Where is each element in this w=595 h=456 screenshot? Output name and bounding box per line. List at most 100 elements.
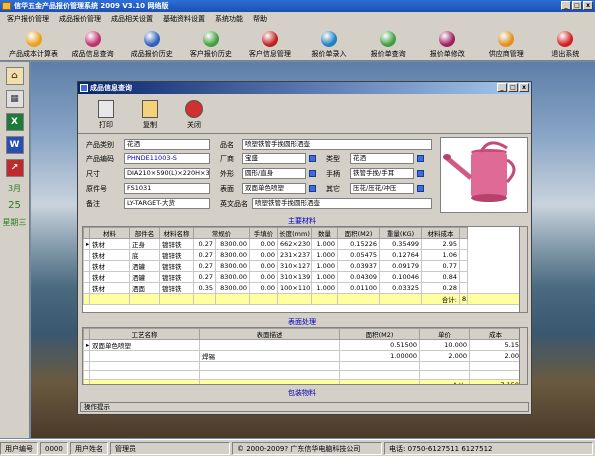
table-row[interactable]: 铁材 洒面 镀锌铁 0.35 8300.00 0.00 100×110 1.000 0.0110… xyxy=(83,282,527,294)
operation-hint-bar: 操作提示 xyxy=(80,402,529,412)
table-cell: 0.01100 xyxy=(337,282,380,294)
en-name-label: 英文品名 xyxy=(220,200,248,208)
table-cell: 100×110 xyxy=(277,282,312,294)
menu-product-quote[interactable]: 成品报价管理 xyxy=(54,14,106,24)
menu-customer-quote[interactable]: 客户报价管理 xyxy=(2,14,54,24)
main-toolbar: 产品成本计算表 成品信息查询 成品报价历史 客户报价历史 客户信息管理 报价单录入 报价单查… xyxy=(0,25,595,61)
toolbar-label: 产品成本计算表 xyxy=(9,50,59,58)
materials-header: 重量(KG) xyxy=(379,227,422,239)
table-cell: 0.05475 xyxy=(337,249,380,261)
table-cell: 底 xyxy=(129,249,160,261)
toolbar-button-2[interactable]: 成品报价历史 xyxy=(122,25,181,61)
shape-field[interactable]: 圆形/直身 xyxy=(242,168,306,179)
menu-product-settings[interactable]: 成品相关设置 xyxy=(106,14,158,24)
table-cell xyxy=(459,271,468,283)
handle-field[interactable]: 铁管手挽/手耳 xyxy=(350,168,414,179)
table-row[interactable]: ▸ 铁材 正身 镀锌铁 0.27 8300.00 0.00 662×230 1.000 0.152… xyxy=(83,238,527,250)
copy-button[interactable]: 复制 xyxy=(128,94,172,133)
type-field[interactable]: 花洒 xyxy=(350,153,414,164)
table-row[interactable]: 铁材 洒罐 镀锌铁 0.27 8300.00 0.00 310×139 1.000 0.0430… xyxy=(83,271,527,283)
toolbar-button-6[interactable]: 报价单查询 xyxy=(359,25,418,61)
surface-dropdown-icon[interactable] xyxy=(309,185,316,192)
sum-cell xyxy=(89,293,130,305)
table-row[interactable]: 铁材底镀锌铁 0.27 8300.00 0.00 231×237 1.000 0.05475… xyxy=(83,249,527,261)
print-button[interactable]: 打印 xyxy=(84,94,128,133)
shape-dropdown-icon[interactable] xyxy=(309,170,316,177)
surface-total: 7.150 xyxy=(469,379,522,384)
chart-icon[interactable]: ↗ xyxy=(5,159,24,177)
sum-cell xyxy=(193,293,216,305)
toolbar-button-1[interactable]: 成品信息查询 xyxy=(63,25,122,61)
minimize-button[interactable]: _ xyxy=(561,1,571,10)
toolbar-button-3[interactable]: 客户报价历史 xyxy=(181,25,240,61)
name-field[interactable]: 喷塑铁管手挽圆形洒壶 xyxy=(242,139,432,150)
home-icon[interactable]: ⌂ xyxy=(5,67,24,85)
row-marker: ▸ xyxy=(83,339,90,351)
table-cell: 0.27 xyxy=(193,271,216,283)
table-cell: 2.95 xyxy=(421,238,460,250)
menu-bar: 客户报价管理 成品报价管理 成品相关设置 基础资料设置 系统功能 帮助 xyxy=(0,12,595,25)
table-cell: 10.000 xyxy=(419,339,470,351)
factory-dropdown-icon[interactable] xyxy=(309,155,316,162)
menu-system[interactable]: 系统功能 xyxy=(210,14,248,24)
word-icon[interactable]: W xyxy=(5,136,24,154)
surface-field[interactable]: 双面单色喷塑 xyxy=(242,183,306,194)
maximize-button[interactable]: □ xyxy=(572,1,582,10)
handle-dropdown-icon[interactable] xyxy=(417,170,424,177)
menu-help[interactable]: 帮助 xyxy=(248,14,272,24)
toolbar-button-4[interactable]: 客户信息管理 xyxy=(240,25,299,61)
surface-header: 成本 xyxy=(469,328,522,340)
menu-base-data[interactable]: 基础资料设置 xyxy=(158,14,210,24)
factory-field[interactable]: 宝盛 xyxy=(242,153,306,164)
toolbar-button-8[interactable]: 供应商管理 xyxy=(477,25,536,61)
toolbar-button-5[interactable]: 报价单录入 xyxy=(299,25,358,61)
app-icon xyxy=(2,2,11,10)
code-field[interactable]: PHNDE11003-S xyxy=(124,153,210,164)
en-name-field[interactable]: 喷塑铁管手挽圆形洒壶 xyxy=(252,198,432,209)
table-cell: 310×139 xyxy=(277,271,312,283)
table-cell: 0.15226 xyxy=(337,238,380,250)
materials-total-label: 合计: xyxy=(421,293,460,305)
toolbar-icon xyxy=(557,31,574,47)
remark-field[interactable]: LY-TARGET-大货 xyxy=(124,198,210,209)
sum-cell xyxy=(89,379,200,384)
table-row[interactable]: 铁材 洒罐 镀锌铁 0.27 8300.00 0.00 310×127 1.000 0.0393… xyxy=(83,260,527,272)
toolbar-button-7[interactable]: 报价单修改 xyxy=(418,25,477,61)
type-dropdown-icon[interactable] xyxy=(417,155,424,162)
table-cell xyxy=(199,370,340,380)
materials-grid: 材料 部件名 材料名称 常规价 手填价 长度(mm) 数量 面积(M2) 重量(KG) 材料成本 … xyxy=(82,226,528,313)
category-label: 产品类别 xyxy=(86,141,114,149)
remark-label: 备注 xyxy=(86,200,100,208)
toolbar-label: 报价单查询 xyxy=(370,50,406,58)
calculator-icon[interactable]: ▦ xyxy=(5,90,24,108)
table-cell: 231×237 xyxy=(277,249,312,261)
table-cell: 镀锌铁 xyxy=(159,238,194,250)
table-cell: 1.000 xyxy=(311,282,338,294)
toolbar-label: 报价单修改 xyxy=(429,50,465,58)
toolbar-label: 客户信息管理 xyxy=(248,50,291,58)
materials-header: 长度(mm) xyxy=(277,227,312,239)
sum-cell xyxy=(467,293,527,305)
table-row[interactable]: ▸ 双面单色喷塑 0.51500 10.000 5.15 xyxy=(83,339,527,351)
surface-scrollbar[interactable] xyxy=(519,328,527,384)
toolbar-button-0[interactable]: 产品成本计算表 xyxy=(4,25,63,61)
table-cell xyxy=(199,339,340,351)
materials-scrollbar[interactable] xyxy=(519,227,527,312)
close-button[interactable]: x xyxy=(583,1,593,10)
table-cell: 1.000 xyxy=(311,260,338,272)
dialog-minimize-button[interactable]: _ xyxy=(497,83,507,92)
toolbar-button-9[interactable]: 退出系统 xyxy=(536,25,595,61)
table-cell xyxy=(89,370,200,380)
close-dialog-button[interactable]: 关闭 xyxy=(172,94,216,133)
excel-icon[interactable]: X xyxy=(5,113,24,131)
category-field[interactable]: 花洒 xyxy=(124,139,210,150)
dialog-maximize-button[interactable]: □ xyxy=(508,83,518,92)
other-field[interactable]: 压花/压花/冲压 xyxy=(350,183,414,194)
table-cell: 0.10046 xyxy=(379,271,422,283)
dialog-close-button[interactable]: x xyxy=(519,83,529,92)
other-dropdown-icon[interactable] xyxy=(417,185,424,192)
table-row[interactable]: 焊锡 1.00000 2.000 2.00 xyxy=(83,350,527,362)
orig-field[interactable]: FS1031 xyxy=(124,183,210,194)
row-marker: ▸ xyxy=(83,238,90,250)
size-field[interactable]: DIA210×590(L)×220H×350 xyxy=(124,168,210,179)
